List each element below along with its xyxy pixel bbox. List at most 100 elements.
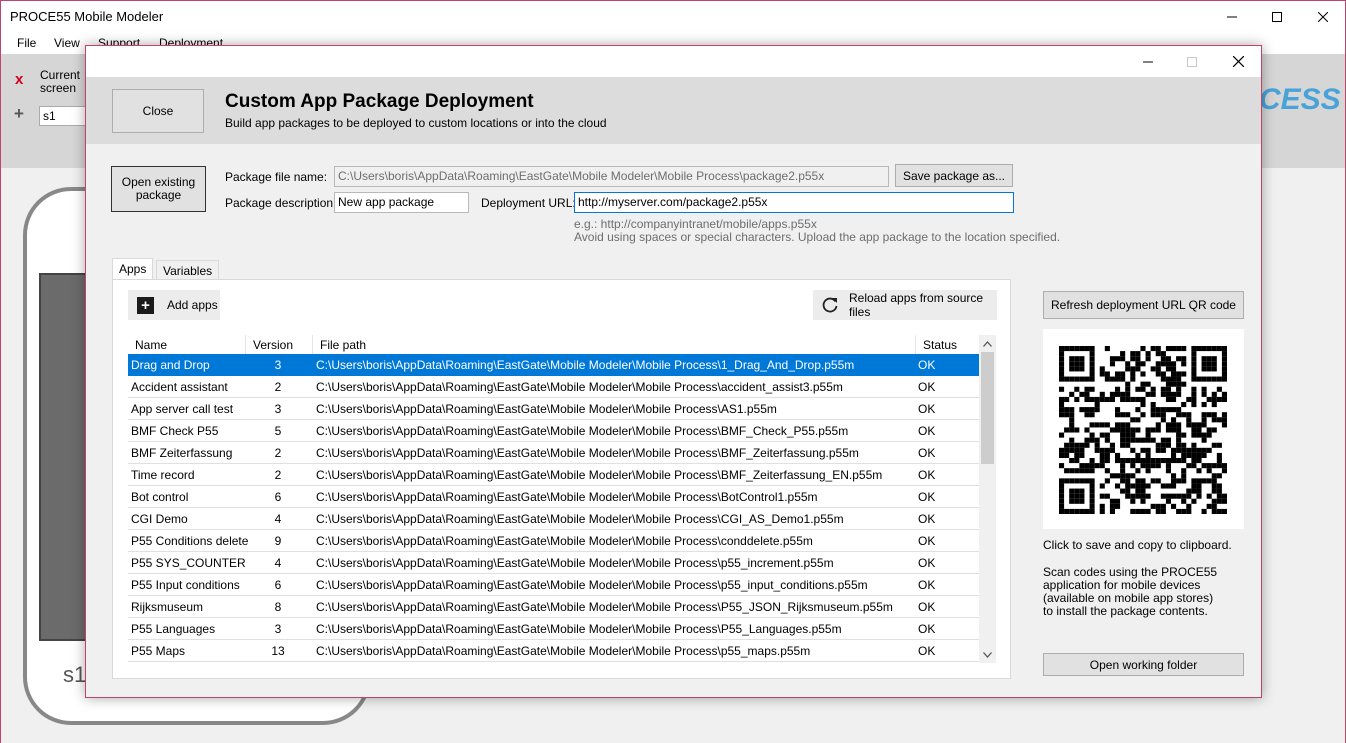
tab-variables[interactable]: Variables [156,260,220,280]
dialog-maximize-button [1169,46,1215,77]
app-name-cell: P55 SYS_COUNTER [131,556,246,570]
package-file-name-field: C:\Users\boris\AppData\Roaming\EastGate\… [334,166,889,187]
scroll-down-arrow[interactable] [979,646,996,663]
remove-screen-icon[interactable]: x [15,71,23,88]
app-name-cell: Rijksmuseum [131,600,204,614]
dialog-minimize-button[interactable] [1125,46,1171,77]
app-version-cell: 9 [274,534,282,548]
refresh-qr-button[interactable]: Refresh deployment URL QR code [1043,291,1244,319]
app-path-cell: C:\Users\boris\AppData\Roaming\EastGate\… [316,556,834,570]
phone-screen-label: s1 [63,662,87,687]
column-divider [312,335,313,354]
close-window-button[interactable] [1300,1,1346,32]
scroll-up-arrow[interactable] [979,335,996,352]
app-status-cell: OK [918,600,936,614]
app-path-cell: C:\Users\boris\AppData\Roaming\EastGate\… [316,490,818,504]
table-row[interactable]: P55 Maps 13 C:\Users\boris\AppData\Roaming… [128,640,979,662]
refresh-icon [821,296,839,314]
app-status-cell: OK [918,402,936,416]
table-row[interactable]: Rijksmuseum 8 C:\Users\boris\AppData\Roami… [128,596,979,618]
app-status-cell: OK [918,490,936,504]
column-divider [915,335,916,354]
app-version-cell: 3 [274,622,282,636]
app-version-cell: 8 [274,600,282,614]
app-status-cell: OK [918,424,936,438]
app-status-cell: OK [918,380,936,394]
maximize-icon [1272,11,1282,22]
table-row[interactable]: Accident assistant 2 C:\Users\boris\AppDat… [128,376,979,398]
table-row[interactable]: P55 Input conditions 6 C:\Users\boris\AppD… [128,574,979,596]
table-row[interactable]: P55 Languages 3 C:\Users\boris\AppData\Roa… [128,618,979,640]
minimize-button[interactable] [1209,1,1255,32]
open-existing-package-button[interactable]: Open existing package [111,166,206,212]
table-row[interactable]: Bot control 6 C:\Users\boris\AppData\Roami… [128,486,979,508]
column-divider [245,335,246,354]
app-version-cell: 2 [274,446,282,460]
app-version-cell: 6 [274,490,282,504]
qr-code-icon [1059,346,1227,514]
tab-apps[interactable]: Apps [112,258,154,280]
app-name-cell: Accident assistant [131,380,228,394]
app-status-cell: OK [918,468,936,482]
app-path-cell: C:\Users\boris\AppData\Roaming\EastGate\… [316,446,859,460]
app-name-cell: Drag and Drop [131,358,210,372]
menu-view[interactable]: View [54,36,80,50]
app-version-cell: 5 [274,424,282,438]
table-row[interactable]: Drag and Drop 3 C:\Users\boris\AppData\Roa… [128,354,979,376]
reload-apps-button[interactable]: Reload apps from source files [813,290,997,320]
app-version-cell: 3 [274,358,282,372]
package-description-input[interactable]: New app package [334,192,469,213]
table-row[interactable]: BMF Zeiterfassung 2 C:\Users\boris\AppData… [128,442,979,464]
table-row[interactable]: P55 SYS_COUNTER 4 C:\Users\boris\AppData\R… [128,552,979,574]
app-path-cell: C:\Users\boris\AppData\Roaming\EastGate\… [316,622,842,636]
main-window-title: PROCE55 Mobile Modeler [10,9,164,24]
app-name-cell: P55 Maps [131,644,186,658]
app-name-cell: Time record [131,468,195,482]
app-path-cell: C:\Users\boris\AppData\Roaming\EastGate\… [316,380,843,394]
table-row[interactable]: P55 Conditions delete 9 C:\Users\boris\App… [128,530,979,552]
url-warning-hint: Avoid using spaces or special characters… [574,230,1061,244]
column-header-status[interactable]: Status [923,338,957,352]
app-version-cell: 4 [274,556,282,570]
maximize-icon [1187,56,1197,67]
app-name-cell: P55 Input conditions [131,578,240,592]
add-apps-button[interactable]: + Add apps [128,290,220,320]
app-path-cell: C:\Users\boris\AppData\Roaming\EastGate\… [316,534,813,548]
qr-code[interactable] [1043,329,1244,529]
click-to-save-text: Click to save and copy to clipboard. [1043,538,1232,552]
open-working-folder-button[interactable]: Open working folder [1043,653,1244,676]
table-row[interactable]: App server call test 3 C:\Users\boris\AppD… [128,398,979,420]
table-row[interactable]: CGI Demo 4 C:\Users\boris\AppData\Roaming\… [128,508,979,530]
screen-select[interactable]: s1 [39,106,87,126]
plus-icon: + [137,296,154,314]
apps-tab-panel: + Add apps Reload apps from source files… [112,279,1011,679]
apps-table: Name Version File path Status Drag and D… [128,335,996,663]
app-path-cell: C:\Users\boris\AppData\Roaming\EastGate\… [316,358,855,372]
maximize-button[interactable] [1254,1,1300,32]
deployment-url-input[interactable]: http://myserver.com/package2.p55x [574,192,1014,213]
column-header-name[interactable]: Name [135,338,167,352]
app-path-cell: C:\Users\boris\AppData\Roaming\EastGate\… [316,468,883,482]
chevron-down-icon [983,651,992,658]
dialog-close-window-button[interactable] [1215,46,1261,77]
add-screen-icon[interactable]: + [14,104,24,124]
table-row[interactable]: Time record 2 C:\Users\boris\AppData\Roami… [128,464,979,486]
close-icon [1232,56,1244,67]
table-row[interactable]: BMF Check P55 5 C:\Users\boris\AppData\Roa… [128,420,979,442]
table-scrollbar[interactable] [979,335,996,663]
app-version-cell: 4 [274,512,282,526]
column-header-version[interactable]: Version [253,338,293,352]
add-apps-label: Add apps [167,298,218,312]
menu-file[interactable]: File [17,36,36,50]
scan-text-line: to install the package contents. [1043,604,1208,618]
save-package-as-button[interactable]: Save package as... [895,164,1013,187]
scroll-thumb[interactable] [981,352,994,464]
column-header-file-path[interactable]: File path [320,338,366,352]
app-status-cell: OK [918,622,936,636]
app-version-cell: 6 [274,578,282,592]
app-name-cell: App server call test [131,402,234,416]
app-version-cell: 2 [274,468,282,482]
close-button[interactable]: Close [112,89,204,133]
app-path-cell: C:\Users\boris\AppData\Roaming\EastGate\… [316,512,844,526]
reload-apps-label: Reload apps from source files [849,291,984,319]
